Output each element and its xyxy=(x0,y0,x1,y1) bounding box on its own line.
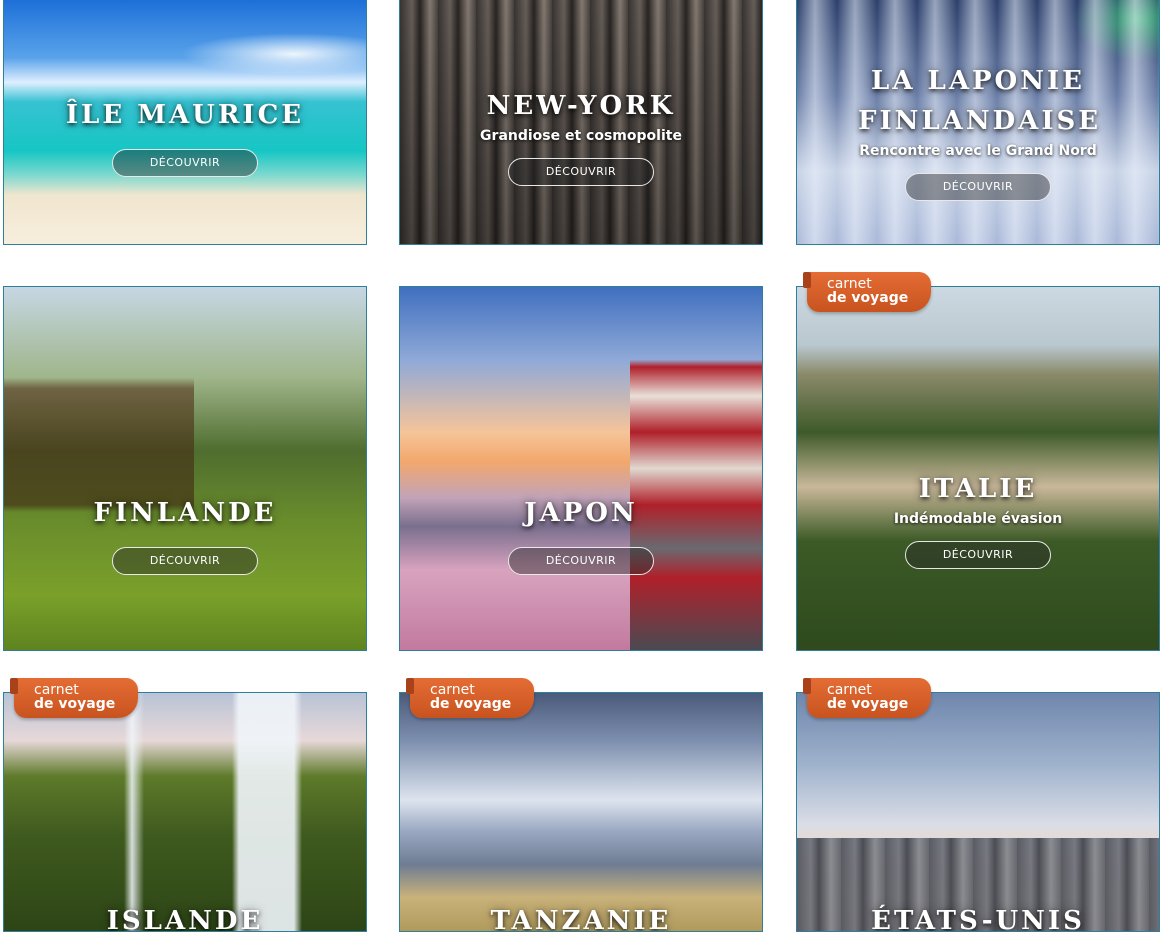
destination-card-italie[interactable]: ITALIE Indémodable évasion DÉCOUVRIR xyxy=(796,286,1160,651)
card-title: ÎLE MAURICE xyxy=(65,99,305,130)
card-title: FINLANDE xyxy=(93,497,277,528)
destination-card-laponie[interactable]: LA LAPONIE FINLANDAISE Rencontre avec le… xyxy=(796,0,1160,245)
card-title: TANZANIE xyxy=(490,906,672,932)
card-title: JAPON xyxy=(524,497,638,528)
card-title: LA LAPONIE FINLANDAISE xyxy=(858,65,1102,136)
destination-card-new-york[interactable]: NEW-YORK Grandiose et cosmopolite DÉCOUV… xyxy=(399,0,763,245)
discover-button[interactable]: DÉCOUVRIR xyxy=(112,546,258,575)
card-title: NEW-YORK xyxy=(486,90,676,121)
carnet-de-voyage-badge: carnet de voyage xyxy=(803,678,931,718)
destination-card-tanzanie[interactable]: TANZANIE xyxy=(399,692,763,932)
card-title: ÉTATS-UNIS xyxy=(871,906,1085,932)
discover-button[interactable]: DÉCOUVRIR xyxy=(508,546,654,575)
discover-button[interactable]: DÉCOUVRIR xyxy=(905,172,1051,201)
destination-card-islande[interactable]: ISLANDE xyxy=(3,692,367,932)
card-subtitle: Rencontre avec le Grand Nord xyxy=(859,142,1097,159)
discover-button[interactable]: DÉCOUVRIR xyxy=(112,148,258,177)
card-subtitle: Grandiose et cosmopolite xyxy=(480,127,682,144)
destination-card-japon[interactable]: JAPON DÉCOUVRIR xyxy=(399,286,763,651)
discover-button[interactable]: DÉCOUVRIR xyxy=(508,157,654,186)
destination-card-finlande[interactable]: FINLANDE DÉCOUVRIR xyxy=(3,286,367,651)
destination-card-ile-maurice[interactable]: ÎLE MAURICE DÉCOUVRIR xyxy=(3,0,367,245)
carnet-de-voyage-badge: carnet de voyage xyxy=(803,272,931,312)
card-title: ITALIE xyxy=(918,473,1038,504)
carnet-de-voyage-badge: carnet de voyage xyxy=(406,678,534,718)
carnet-de-voyage-badge: carnet de voyage xyxy=(10,678,138,718)
discover-button[interactable]: DÉCOUVRIR xyxy=(905,540,1051,569)
card-subtitle: Indémodable évasion xyxy=(893,510,1063,527)
card-title: ISLANDE xyxy=(106,906,264,932)
destination-card-etats-unis[interactable]: ÉTATS-UNIS xyxy=(796,692,1160,932)
